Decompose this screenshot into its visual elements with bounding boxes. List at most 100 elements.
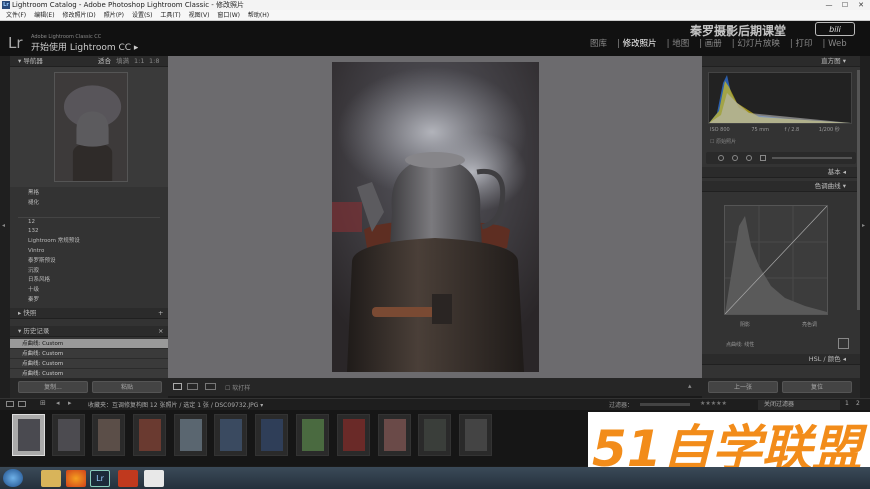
flag-filter[interactable] — [640, 403, 690, 406]
copy-settings-button[interactable]: 复制... — [18, 381, 88, 393]
secondary-window-icon[interactable] — [6, 401, 14, 407]
filmstrip-thumb[interactable] — [296, 414, 329, 456]
zoom-fit[interactable]: 适合 — [98, 56, 111, 67]
snapshots-header[interactable]: ▸ 快照 + — [10, 308, 168, 319]
module-book[interactable]: 画册 — [705, 39, 722, 49]
basic-panel-header[interactable]: 基本 ◂ — [702, 167, 860, 178]
module-print[interactable]: 打印 — [795, 39, 812, 49]
filmstrip-source-path[interactable]: 收藏夹：互调修复构图 12 张照片 / 选定 1 张 / DSC09732.JP… — [88, 400, 263, 409]
reset-button[interactable]: 复位 — [782, 381, 852, 393]
nav-forward-icon[interactable]: ▸ — [68, 399, 72, 407]
filmstrip-thumb[interactable] — [133, 414, 166, 456]
zoom-1-8[interactable]: 1:8 — [149, 56, 159, 67]
star-filter[interactable]: ★★★★★ — [700, 400, 727, 407]
filmstrip-thumb[interactable] — [214, 414, 247, 456]
windows-start-icon[interactable] — [3, 469, 23, 487]
paste-settings-button[interactable]: 粘贴 — [92, 381, 162, 393]
nav-back-icon[interactable]: ◂ — [56, 399, 60, 407]
filmstrip-thumb[interactable] — [459, 414, 492, 456]
preset-item[interactable]: 秦罗 — [10, 296, 168, 306]
graduated-filter-icon[interactable] — [760, 155, 766, 161]
history-item[interactable]: 点曲线: Custom — [10, 359, 168, 369]
window-title: Lightroom Catalog - Adobe Photoshop Ligh… — [12, 1, 245, 9]
menu-view[interactable]: 视图(V) — [189, 10, 210, 20]
filmstrip-thumb[interactable] — [92, 414, 125, 456]
left-collapse-arrow-icon[interactable]: ◂ — [2, 222, 5, 229]
right-panel-scrollbar[interactable] — [857, 70, 860, 310]
grid-view-icon[interactable]: ⊞ — [40, 399, 46, 407]
spot-removal-icon[interactable] — [732, 155, 738, 161]
main-photo[interactable] — [332, 62, 539, 372]
tone-curve-header[interactable]: 色调曲线 ▾ — [702, 181, 860, 192]
before-after-menu-icon[interactable] — [205, 383, 216, 390]
filmstrip-thumb[interactable] — [174, 414, 207, 456]
navigator-thumbnail[interactable] — [54, 72, 128, 182]
history-item[interactable]: 点曲线: Custom — [10, 349, 168, 359]
history-item[interactable]: 点曲线: Custom — [10, 339, 168, 349]
preset-item[interactable]: 十级 — [10, 286, 168, 296]
filmstrip-thumb[interactable] — [255, 414, 288, 456]
navigator-header[interactable]: ▾ 导航器 适合 填满 1:1 1:8 — [10, 56, 168, 67]
before-after-icon[interactable] — [187, 383, 198, 390]
module-web[interactable]: Web — [828, 39, 847, 49]
menu-file[interactable]: 文件(F) — [6, 10, 26, 20]
preset-item[interactable]: 褪化 — [10, 199, 168, 209]
main-window-icon[interactable] — [18, 401, 26, 407]
explorer-icon[interactable] — [41, 470, 61, 487]
previous-button[interactable]: 上一张 — [708, 381, 778, 393]
preset-item[interactable]: 12 — [10, 218, 168, 228]
module-develop[interactable]: 修改照片 — [623, 39, 657, 49]
toolbar-menu-icon[interactable]: ▴ — [688, 382, 692, 390]
lightroom-taskbar-icon[interactable]: Lr — [90, 470, 110, 487]
menu-help[interactable]: 帮助(H) — [248, 10, 269, 20]
point-curve-selector[interactable]: 点曲线: 线性 — [726, 341, 754, 348]
close-icon[interactable]: ✕ — [854, 0, 868, 10]
preset-item[interactable]: Vintro — [10, 247, 168, 257]
powerpoint-icon[interactable] — [118, 470, 138, 487]
red-eye-icon[interactable] — [746, 155, 752, 161]
maximize-icon[interactable]: ☐ — [838, 0, 852, 10]
filmstrip-thumb[interactable] — [12, 414, 45, 456]
filmstrip-thumb[interactable] — [337, 414, 370, 456]
right-collapse-arrow-icon[interactable]: ▸ — [862, 222, 865, 229]
filmstrip-thumb[interactable] — [418, 414, 451, 456]
clear-history-icon[interactable]: × — [158, 326, 163, 337]
filmstrip-thumb[interactable] — [52, 414, 85, 456]
preset-item[interactable]: 沉寂 — [10, 267, 168, 277]
preset-item[interactable]: 泰罗斯预设 — [10, 257, 168, 267]
preset-item[interactable]: 日系风格 — [10, 276, 168, 286]
menu-tools[interactable]: 工具(T) — [160, 10, 180, 20]
zoom-1-1[interactable]: 1:1 — [134, 56, 144, 67]
minimize-icon[interactable]: — — [822, 0, 836, 10]
add-snapshot-icon[interactable]: + — [158, 308, 163, 319]
menu-edit[interactable]: 编辑(E) — [34, 10, 54, 20]
module-library[interactable]: 图库 — [590, 39, 607, 49]
softproof-checkbox[interactable]: ☐ 软打样 — [225, 383, 250, 392]
preset-item[interactable]: 132 — [10, 227, 168, 237]
filmstrip-thumb[interactable] — [378, 414, 411, 456]
module-slideshow[interactable]: 幻灯片放映 — [737, 39, 780, 49]
hsl-panel-header[interactable]: HSL / 颜色 ◂ — [702, 354, 860, 365]
menu-settings[interactable]: 设置(S) — [132, 10, 153, 20]
filter-dropdown[interactable]: 关闭过滤器 — [758, 400, 840, 410]
preset-item[interactable]: Lightroom 常规预设 — [10, 237, 168, 247]
preset-item[interactable]: 黑格 — [10, 189, 168, 199]
firefox-icon[interactable] — [66, 470, 86, 487]
curve-edit-icon[interactable] — [838, 338, 849, 349]
other-app-icon[interactable] — [144, 470, 164, 487]
crop-tool-icon[interactable] — [718, 155, 724, 161]
menu-photo[interactable]: 照片(P) — [104, 10, 124, 20]
loupe-view-icon[interactable] — [173, 383, 182, 390]
tone-curve-graph[interactable] — [724, 205, 828, 315]
menu-window[interactable]: 窗口(W) — [217, 10, 240, 20]
bilibili-logo: bili — [815, 22, 855, 36]
identity-title[interactable]: 开始使用 Lightroom CC ▸ — [31, 40, 138, 53]
tool-slider[interactable] — [772, 157, 852, 159]
history-header[interactable]: ▾ 历史记录 × — [10, 326, 168, 337]
histogram-header[interactable]: 直方图 ▾ — [702, 56, 860, 67]
zoom-fill[interactable]: 填满 — [116, 56, 129, 67]
histogram[interactable] — [708, 72, 852, 124]
original-photo-checkbox[interactable]: ☐ 原始照片 — [710, 138, 736, 145]
module-map[interactable]: 地图 — [672, 39, 689, 49]
menu-develop[interactable]: 修改照片(D) — [62, 10, 95, 20]
